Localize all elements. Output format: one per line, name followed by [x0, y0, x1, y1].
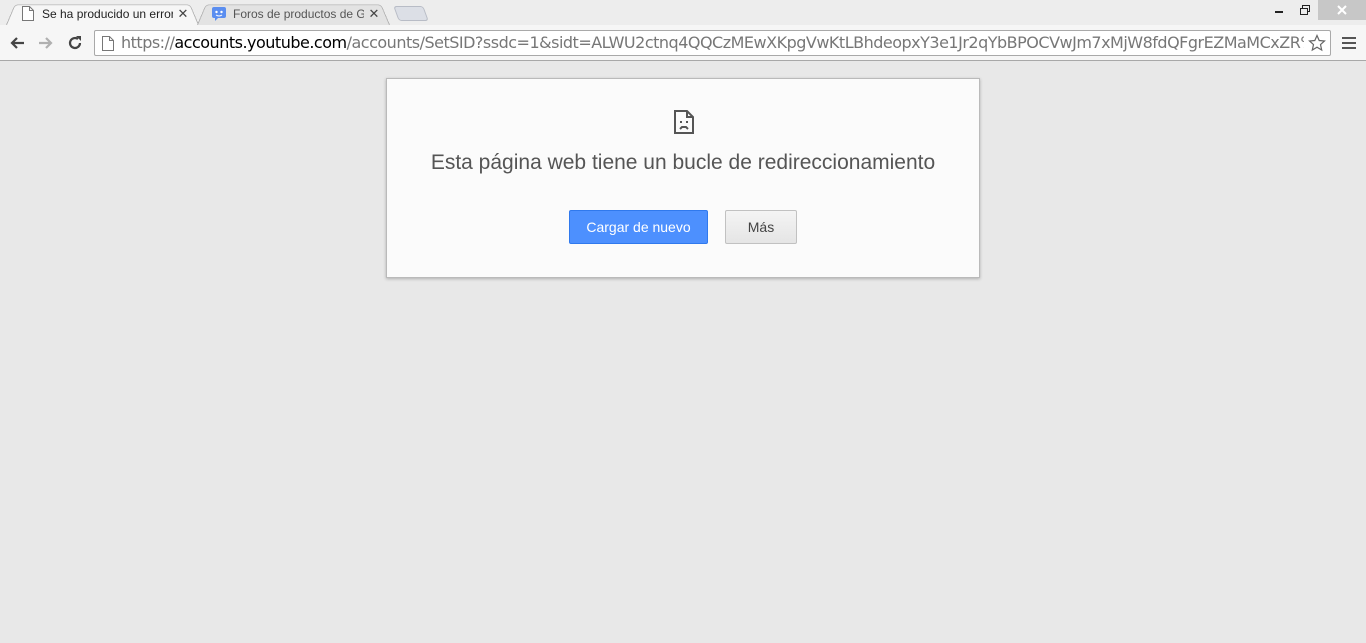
page-icon — [100, 35, 116, 51]
forward-arrow-icon — [39, 37, 53, 49]
browser-toolbar: https://accounts.youtube.com/accounts/Se… — [0, 25, 1366, 61]
reload-button[interactable] — [63, 31, 87, 55]
tab-strip: Se ha producido un error al ✕ Foros de p… — [0, 0, 1366, 25]
window-close-button[interactable] — [1318, 0, 1366, 20]
back-arrow-icon — [10, 37, 24, 49]
page-icon — [20, 6, 36, 22]
address-bar[interactable]: https://accounts.youtube.com/accounts/Se… — [94, 30, 1331, 56]
restore-button[interactable] — [1292, 0, 1318, 20]
new-tab-button[interactable] — [393, 6, 429, 21]
tab-error-page[interactable]: Se ha producido un error al ✕ — [6, 2, 199, 25]
url-path: /accounts/SetSID?ssdc=1&sidt=ALWU2ctnq4Q… — [346, 33, 1304, 52]
tab-forums[interactable]: Foros de productos de Goo ✕ — [197, 2, 390, 25]
url-text[interactable]: https://accounts.youtube.com/accounts/Se… — [121, 31, 1304, 55]
hamburger-icon — [1342, 37, 1356, 49]
url-host: accounts.youtube.com — [174, 33, 347, 52]
more-details-button[interactable]: Más — [725, 210, 797, 244]
tab-close-icon[interactable]: ✕ — [177, 7, 189, 20]
back-button[interactable] — [5, 31, 29, 55]
forward-button[interactable] — [34, 31, 58, 55]
error-heading: Esta página web tiene un bucle de redire… — [430, 151, 936, 174]
tab-title: Foros de productos de Goo — [233, 6, 364, 21]
error-card: Esta página web tiene un bucle de redire… — [386, 78, 980, 278]
tab-title: Se ha producido un error al — [42, 6, 173, 21]
minimize-button[interactable] — [1266, 0, 1292, 20]
reload-icon — [68, 36, 82, 50]
tab-close-icon[interactable]: ✕ — [368, 7, 380, 20]
url-scheme: https:// — [121, 33, 175, 52]
chrome-menu-button[interactable] — [1338, 32, 1360, 54]
reload-page-button[interactable]: Cargar de nuevo — [569, 210, 708, 244]
close-icon — [1337, 5, 1347, 15]
sad-page-icon — [674, 110, 694, 134]
forum-icon — [211, 6, 227, 22]
bookmark-star-icon[interactable] — [1307, 33, 1327, 53]
